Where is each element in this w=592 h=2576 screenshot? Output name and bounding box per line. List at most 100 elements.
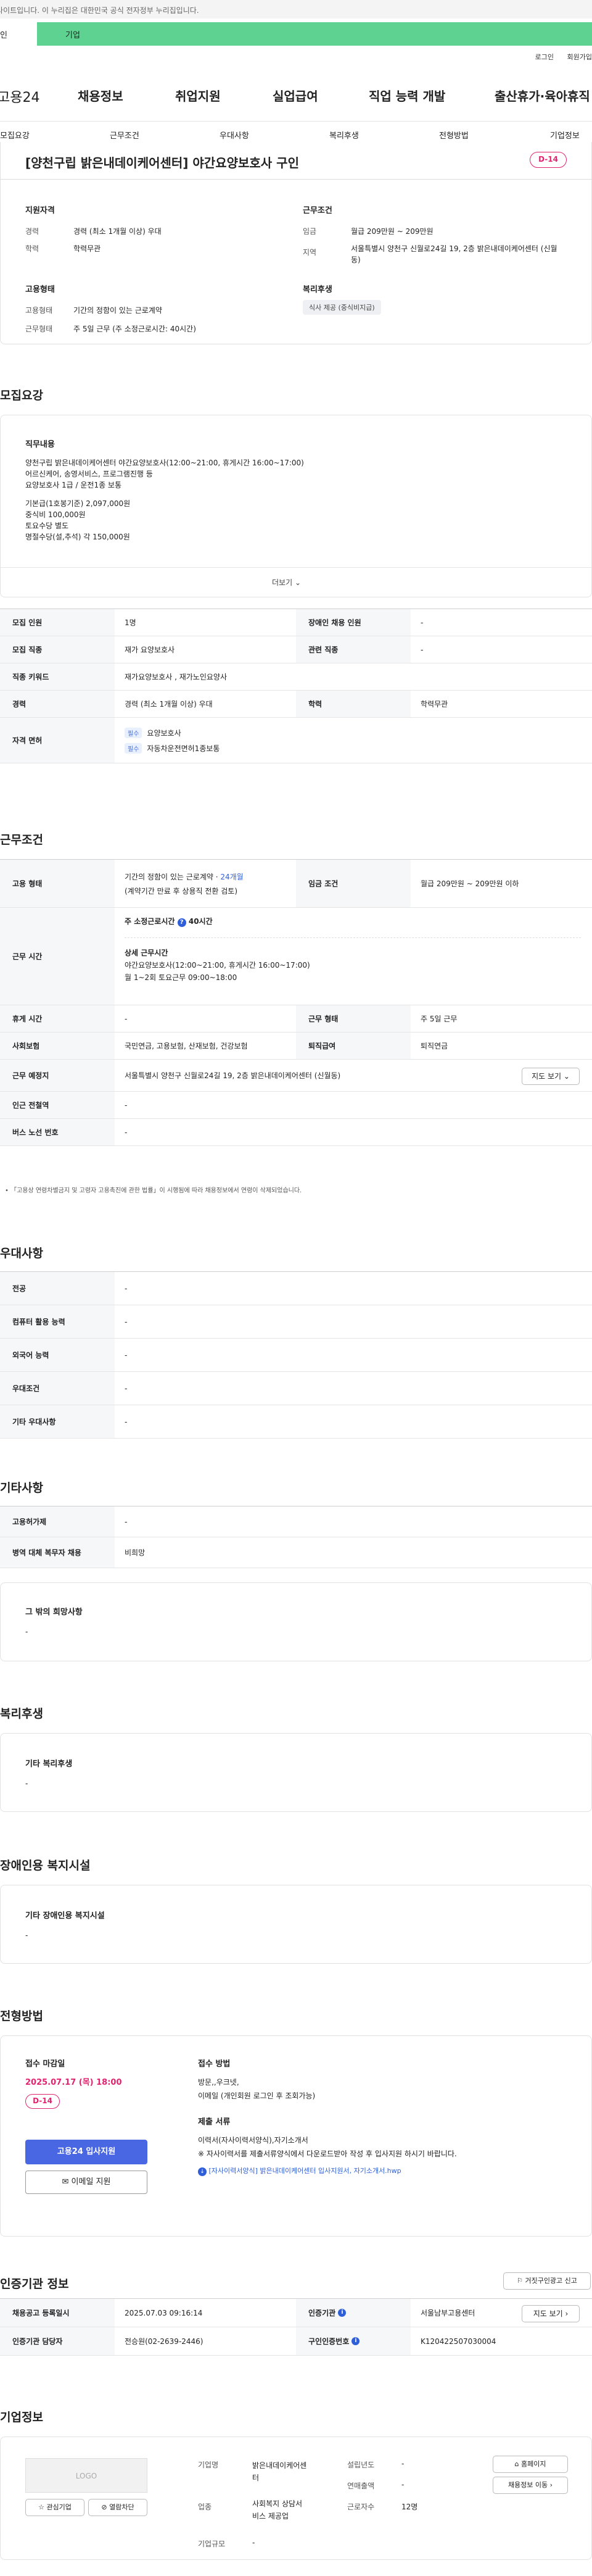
wage-value: 월급 209만원 ~ 209만원	[351, 227, 434, 236]
docs-title: 제출 서류	[198, 2117, 231, 2127]
homepage-label: 홈페이지	[521, 2460, 546, 2468]
keyword-value: 재가요양보호사 , 재가노인요양사	[125, 673, 228, 681]
computer-value: -	[125, 1317, 128, 1326]
site-tab-personal[interactable]: 인	[0, 22, 32, 46]
industry-label: 업종	[198, 2503, 212, 2511]
chevron-right-icon: ›	[549, 2481, 553, 2489]
global-nav: 고용24 채용정보 취업지원 실업급여 직업 능력 개발 출산휴가·육아휴직	[0, 75, 592, 112]
tab-pref[interactable]: 우대사항	[220, 129, 249, 141]
duty-card: 직무내용 양천구립 밝은내데이케어센터 야간요양보호사(12:00~21:00,…	[0, 415, 592, 597]
employees-value: 12명	[401, 2503, 418, 2511]
company-name-value: 밝은내데이케어센 터	[252, 2459, 306, 2484]
site-logo[interactable]: 고용24	[0, 86, 39, 106]
insurance-value: 국민연금, 고용보험, 산재보험, 건강보험	[125, 1042, 248, 1050]
table-row: 컴퓨터 활용 능력 -	[0, 1305, 592, 1339]
welfare-etc-title: 기타 복리후생	[25, 1760, 73, 1769]
disab-card: 기타 장애인용 복지시설 -	[0, 1885, 592, 1964]
favorite-company-button[interactable]: ☆ 관심기업	[25, 2499, 84, 2516]
reg-value: 2025.07.03 09:16:14	[125, 2308, 203, 2317]
major-value: -	[125, 1284, 128, 1293]
subway-value: -	[125, 1100, 128, 1110]
method-line: 이메일 (개인회원 로그인 후 조회가능)	[198, 2092, 316, 2100]
bus-label: 버스 노선 번호	[0, 1119, 115, 1145]
gov-banner-text: 사이트입니다. 이 누리집은 대한민국 공식 전자정부 누리집입니다.	[0, 6, 199, 15]
gnb-item-support[interactable]: 취업지원	[175, 86, 221, 104]
method-title: 접수 방법	[198, 2059, 231, 2069]
duty-title: 직무내용	[25, 440, 55, 449]
edu-label: 학력	[296, 691, 411, 717]
license-label: 자격 면허	[0, 718, 115, 763]
lang-label: 외국어 능력	[0, 1339, 115, 1371]
area-label: 지역	[303, 248, 317, 257]
method-line: 방문,,우크넷,	[198, 2078, 239, 2087]
career-value: 경력 (최소 1개월 이상) 우대	[73, 227, 162, 236]
login-link[interactable]: 로그인	[535, 53, 554, 61]
more-button[interactable]: 더보기 ⌄	[272, 577, 301, 588]
table-row: 고용 형태 기간의 정함이 있는 근로계약 · 24개월 (계약기간 만료 후 …	[0, 860, 592, 908]
work-table: 고용 형태 기간의 정함이 있는 근로계약 · 24개월 (계약기간 만료 후 …	[0, 859, 592, 1146]
welfare-tag: 식사 제공 (중식비지급)	[303, 300, 381, 315]
license-item: 자동차운전면허1종보통	[147, 744, 220, 753]
homepage-button[interactable]: ⌂ 홈페이지	[493, 2456, 568, 2473]
company-name-label: 기업명	[198, 2461, 219, 2469]
signup-link[interactable]: 회원가입	[567, 53, 592, 61]
etc-pref-value: -	[125, 1417, 128, 1426]
career-label: 경력	[0, 691, 115, 717]
welfare-card: 기타 복리후생 -	[0, 1733, 592, 1812]
hours-week-value: 40시간	[188, 917, 213, 926]
keyword-label: 직종 키워드	[0, 663, 115, 690]
block-company-button[interactable]: ⊘ 열람차단	[88, 2499, 147, 2516]
apply-button[interactable]: 고용24 입사지원	[25, 2140, 147, 2164]
map-label: 지도 보기	[532, 1072, 562, 1081]
related-label: 관련 직종	[296, 636, 411, 663]
military-label: 병역 대체 복무자 채용	[0, 1537, 115, 1568]
age-notice-text: 「고용상 연령차별금지 및 고령자 고용촉진에 관한 법률」이 시행됨에 따라 …	[10, 1187, 302, 1194]
subway-label: 인근 전철역	[0, 1092, 115, 1118]
table-row: 자격 면허 필수 요양보호사 필수 자동차운전면허1종보통	[0, 718, 592, 763]
info-icon[interactable]: i	[338, 2309, 347, 2317]
table-row: 근무 시간 주 소정근로시간 ? 40시간 상세 근무시간 야간요양보호사(12…	[0, 908, 592, 1005]
gnb-item-jobs[interactable]: 채용정보	[78, 86, 123, 104]
tab-company[interactable]: 기업정보	[550, 129, 580, 141]
break-label: 휴게 시간	[0, 1005, 115, 1032]
report-button[interactable]: ⚐ 거짓구인광고 신고	[503, 2272, 591, 2290]
place-value: 서울특별시 양천구 신월로24길 19, 2층 밝은내데이케어센터 (신월동)	[125, 1071, 341, 1080]
tab-work[interactable]: 근무조건	[110, 129, 139, 141]
tab-recruit[interactable]: 모집요강	[0, 129, 30, 141]
cond-label: 우대조건	[0, 1372, 115, 1405]
table-row: 버스 노선 번호 -	[0, 1119, 592, 1146]
company-jobs-button[interactable]: 채용정보 이동 ›	[493, 2477, 568, 2494]
report-label: 거짓구인광고 신고	[525, 2277, 577, 2285]
pref-table: 전공 - 컴퓨터 활용 능력 - 외국어 능력 - 우대조건 - 기타 우대사항 -	[0, 1271, 592, 1439]
duty-line: 요양보호사 1급 / 운전1종 보통	[25, 481, 122, 489]
age-notice: • 「고용상 연령차별금지 및 고령자 고용촉진에 관한 법률」이 시행됨에 따…	[5, 1185, 302, 1194]
permit-value: -	[125, 1517, 128, 1526]
divider	[125, 937, 581, 938]
table-row: 근무 예정지 서울특별시 양천구 신월로24길 19, 2층 밝은내데이케어센터…	[0, 1060, 592, 1092]
gov-banner: 사이트입니다. 이 누리집은 대한민국 공식 전자정부 누리집입니다.	[0, 0, 592, 19]
file-link[interactable]: ↓ [자사이력서양식] 밝은내데이케어센터 입사지원서, 자기소개서.hwp	[198, 2166, 401, 2176]
emptype-label: 고용형태	[25, 306, 53, 315]
gnb-item-benefit[interactable]: 실업급여	[273, 86, 318, 104]
agency-map-button[interactable]: 지도 보기 ›	[522, 2305, 580, 2322]
wage-label: 임금	[303, 227, 317, 236]
email-label: 이메일 지원	[71, 2177, 111, 2187]
tab-process[interactable]: 전형방법	[439, 129, 469, 141]
gnb-item-training[interactable]: 직업 능력 개발	[369, 86, 445, 104]
disab-heading: 장애인용 복지시설	[0, 1859, 91, 1872]
cert-no-value: K120422507030004	[421, 2337, 496, 2346]
email-button[interactable]: ✉ 이메일 지원	[25, 2171, 147, 2194]
site-tab-company[interactable]: 기업	[37, 22, 592, 46]
gnb-item-leave[interactable]: 출산휴가·육아휴직	[495, 86, 590, 104]
info-icon[interactable]: i	[352, 2337, 360, 2345]
star-icon: ☆	[38, 2503, 44, 2511]
duty-line: 토요수당 별도	[25, 521, 69, 530]
map-button[interactable]: 지도 보기 ⌄	[522, 1068, 580, 1085]
info-icon[interactable]: ?	[177, 918, 186, 927]
emp-title: 고용형태	[25, 285, 55, 294]
employees-label: 근로자수	[347, 2503, 375, 2511]
tab-welfare[interactable]: 복리후생	[329, 129, 359, 141]
cond-title: 근무조건	[303, 206, 332, 215]
process-heading: 전형방법	[0, 2009, 43, 2023]
retire-value: 퇴직연금	[421, 1042, 448, 1050]
